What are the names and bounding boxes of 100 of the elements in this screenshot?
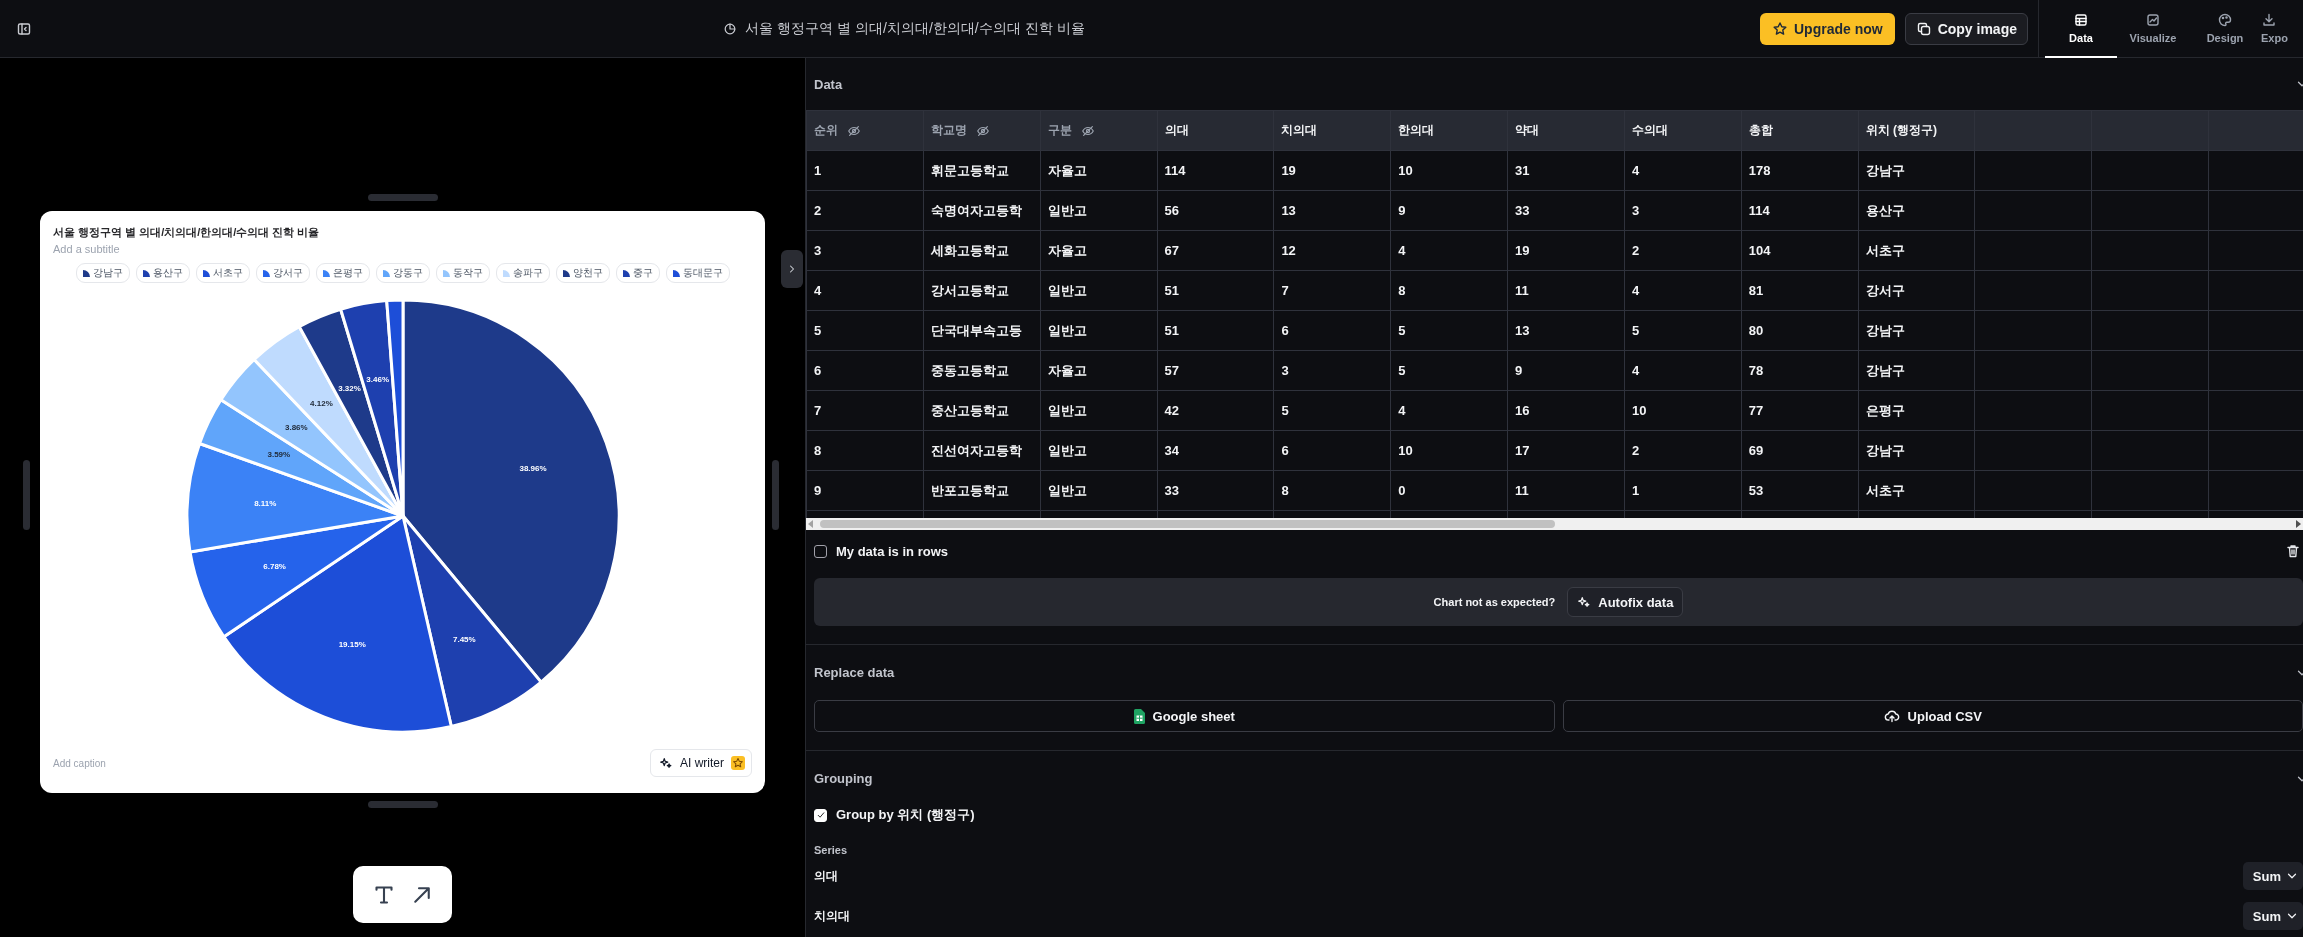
table-cell[interactable]: 13 — [1273, 190, 1391, 231]
table-cell[interactable]: 8 — [1273, 470, 1391, 511]
table-cell[interactable]: 33 — [1157, 470, 1274, 511]
panel-tab[interactable]: Visualize — [2117, 0, 2189, 58]
table-cell[interactable]: 진선여자고등학 — [923, 430, 1041, 471]
table-cell[interactable]: 56 — [1157, 190, 1274, 231]
table-cell[interactable]: 서초구 — [1858, 230, 1975, 271]
ai-writer-button[interactable]: AI writer — [650, 749, 752, 777]
horizontal-scrollbar[interactable] — [806, 518, 2303, 530]
table-cell[interactable]: 2 — [806, 190, 924, 231]
table-cell[interactable]: 4 — [1624, 270, 1742, 311]
chart-title[interactable]: 서울 행정구역 별 의대/치의대/한의대/수의대 진학 비율 — [745, 19, 1085, 38]
table-cell[interactable]: 자율고 — [1040, 150, 1158, 191]
table-cell[interactable]: 일반고 — [1040, 190, 1158, 231]
table-cell[interactable]: 숙명여자고등학 — [923, 190, 1041, 231]
table-cell[interactable]: 9 — [806, 470, 924, 511]
table-cell[interactable]: 일반고 — [1040, 390, 1158, 431]
aggregate-select[interactable]: Sum — [2242, 902, 2303, 930]
table-cell[interactable]: 9 — [1390, 190, 1508, 231]
panel-tab[interactable]: Expo — [2261, 0, 2303, 58]
table-cell[interactable]: 단국대부속고등 — [923, 310, 1041, 351]
chart-heading[interactable]: 서울 행정구역 별 의대/치의대/한의대/수의대 진학 비율 — [53, 225, 752, 240]
table-cell[interactable]: 5 — [806, 310, 924, 351]
table-cell[interactable]: 10 — [1390, 150, 1508, 191]
aggregate-select[interactable]: Sum — [2242, 862, 2303, 890]
table-cell[interactable]: 세화고등학교 — [923, 230, 1041, 271]
table-cell[interactable]: 4 — [1390, 390, 1508, 431]
table-cell[interactable]: 19 — [1507, 230, 1625, 271]
table-cell[interactable]: 17 — [1507, 430, 1625, 471]
table-cell[interactable]: 7 — [806, 390, 924, 431]
table-cell[interactable]: 6 — [1273, 430, 1391, 471]
table-cell[interactable]: 3 — [1624, 190, 1742, 231]
table-cell[interactable]: 114 — [1157, 150, 1274, 191]
table-cell[interactable]: 휘문고등학교 — [923, 150, 1041, 191]
resize-handle[interactable] — [772, 460, 779, 530]
table-cell[interactable]: 4 — [1624, 350, 1742, 391]
table-cell[interactable]: 강남구 — [1858, 430, 1975, 471]
table-cell[interactable]: 일반고 — [1040, 430, 1158, 471]
resize-handle[interactable] — [367, 194, 438, 201]
table-cell[interactable]: 일반고 — [1040, 470, 1158, 511]
table-cell[interactable]: 4 — [806, 270, 924, 311]
table-cell[interactable]: 80 — [1741, 310, 1859, 351]
expand-button[interactable] — [781, 250, 803, 288]
column-header[interactable]: 구분 — [1040, 110, 1158, 151]
import-button[interactable]: Google sheet — [814, 700, 1555, 732]
autofix-button[interactable]: Autofix data — [1567, 587, 1684, 617]
table-cell[interactable]: 4 — [1390, 230, 1508, 271]
copy-image-button[interactable]: Copy image — [1904, 12, 2028, 45]
table-cell[interactable]: 5 — [1273, 390, 1391, 431]
table-cell[interactable]: 중산고등학교 — [923, 390, 1041, 431]
table-cell[interactable]: 1 — [1624, 470, 1742, 511]
table-cell[interactable]: 일반고 — [1040, 310, 1158, 351]
table-cell[interactable]: 11 — [1507, 470, 1625, 511]
table-cell[interactable]: 42 — [1157, 390, 1274, 431]
table-cell[interactable]: 51 — [1157, 310, 1274, 351]
table-cell[interactable]: 서초구 — [1858, 470, 1975, 511]
table-cell[interactable]: 강서고등학교 — [923, 270, 1041, 311]
resize-handle[interactable] — [23, 460, 30, 530]
table-cell[interactable]: 5 — [1390, 350, 1508, 391]
import-button[interactable]: Upload CSV — [1562, 700, 2303, 732]
table-cell[interactable]: 69 — [1741, 430, 1859, 471]
table-cell[interactable]: 31 — [1507, 150, 1625, 191]
table-cell[interactable]: 33 — [1507, 190, 1625, 231]
table-cell[interactable]: 중동고등학교 — [923, 350, 1041, 391]
column-header[interactable]: 한의대 — [1390, 110, 1508, 151]
table-cell[interactable]: 강남구 — [1858, 150, 1975, 191]
table-cell[interactable]: 자율고 — [1040, 350, 1158, 391]
scroll-right-icon[interactable] — [2295, 520, 2301, 528]
table-cell[interactable]: 5 — [1390, 310, 1508, 351]
table-cell[interactable]: 114 — [1741, 190, 1859, 231]
table-cell[interactable]: 77 — [1741, 390, 1859, 431]
table-cell[interactable]: 2 — [1624, 430, 1742, 471]
table-cell[interactable]: 3 — [806, 230, 924, 271]
table-cell[interactable]: 강남구 — [1858, 350, 1975, 391]
table-cell[interactable]: 자율고 — [1040, 230, 1158, 271]
table-cell[interactable]: 4 — [1624, 150, 1742, 191]
column-header[interactable]: 순위 — [806, 110, 924, 151]
group-by-checkbox[interactable]: Group by 위치 (행정구) — [814, 806, 975, 824]
column-header[interactable]: 총합 — [1741, 110, 1859, 151]
table-cell[interactable]: 6 — [806, 350, 924, 391]
table-cell[interactable]: 용산구 — [1858, 190, 1975, 231]
table-cell[interactable]: 13 — [1507, 310, 1625, 351]
table-cell[interactable]: 67 — [1157, 230, 1274, 271]
table-cell[interactable]: 78 — [1741, 350, 1859, 391]
table-cell[interactable]: 104 — [1741, 230, 1859, 271]
table-cell[interactable]: 12 — [1273, 230, 1391, 271]
table-cell[interactable]: 강남구 — [1858, 310, 1975, 351]
panel-tab[interactable]: Design — [2189, 0, 2261, 58]
table-cell[interactable]: 7 — [1273, 270, 1391, 311]
table-cell[interactable]: 81 — [1741, 270, 1859, 311]
table-cell[interactable]: 57 — [1157, 350, 1274, 391]
column-header[interactable]: 학교명 — [923, 110, 1041, 151]
table-cell[interactable]: 11 — [1507, 270, 1625, 311]
table-cell[interactable]: 51 — [1157, 270, 1274, 311]
table-cell[interactable]: 53 — [1741, 470, 1859, 511]
column-header[interactable]: 위치 (행정구) — [1858, 110, 1975, 151]
table-cell[interactable]: 34 — [1157, 430, 1274, 471]
table-cell[interactable]: 3 — [1273, 350, 1391, 391]
table-cell[interactable]: 8 — [806, 430, 924, 471]
table-cell[interactable]: 5 — [1624, 310, 1742, 351]
